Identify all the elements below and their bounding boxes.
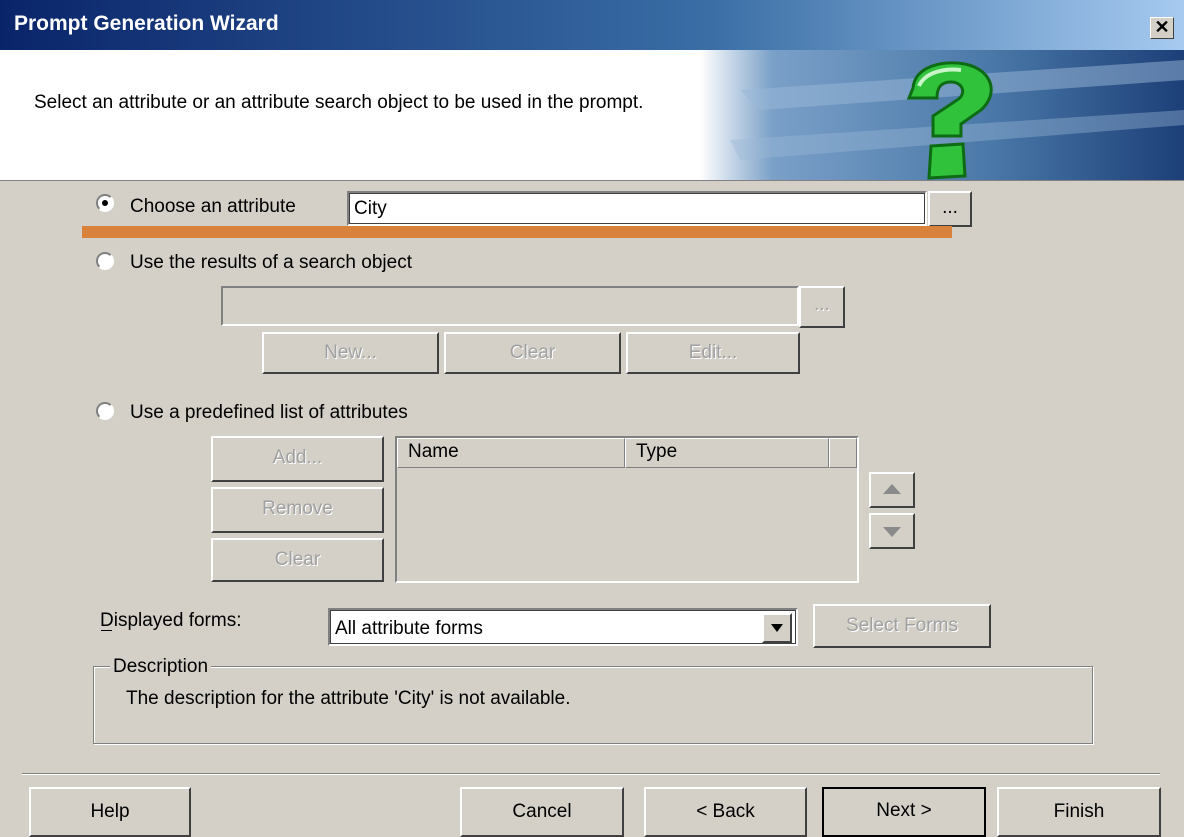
move-up-button[interactable] bbox=[869, 472, 915, 508]
highlight-bar bbox=[82, 226, 952, 238]
column-header-name[interactable]: Name bbox=[397, 438, 625, 468]
header-message: Select an attribute or an attribute sear… bbox=[34, 92, 644, 113]
browse-ellipsis: ... bbox=[942, 197, 958, 218]
window-title: Prompt Generation Wizard bbox=[14, 12, 279, 35]
dropdown-arrow-icon bbox=[771, 624, 783, 632]
attribute-input-value: City bbox=[354, 198, 387, 219]
radio-search-object[interactable] bbox=[96, 252, 114, 270]
cancel-button[interactable]: Cancel bbox=[460, 787, 624, 837]
radio-choose-attribute[interactable] bbox=[96, 194, 114, 212]
clear-search-button[interactable]: Clear bbox=[444, 332, 621, 374]
choose-attribute-label: Choose an attribute bbox=[130, 196, 296, 217]
search-object-input[interactable] bbox=[221, 286, 799, 326]
arrow-up-icon bbox=[883, 484, 901, 494]
header-banner bbox=[700, 50, 1184, 180]
new-search-button[interactable]: New... bbox=[262, 332, 439, 374]
displayed-forms-value: All attribute forms bbox=[335, 618, 483, 639]
column-header-type[interactable]: Type bbox=[625, 438, 829, 468]
title-bar: Prompt Generation Wizard bbox=[0, 0, 1184, 50]
attribute-input[interactable]: City bbox=[347, 191, 927, 226]
close-button[interactable]: ✕ bbox=[1150, 17, 1174, 39]
dropdown-button[interactable] bbox=[762, 613, 792, 643]
move-down-button[interactable] bbox=[869, 513, 915, 549]
clear-list-button[interactable]: Clear bbox=[211, 538, 384, 582]
remove-button[interactable]: Remove bbox=[211, 487, 384, 533]
attribute-browse-button[interactable]: ... bbox=[928, 191, 972, 227]
header-separator bbox=[0, 180, 1184, 181]
back-button[interactable]: < Back bbox=[644, 787, 807, 837]
close-icon: ✕ bbox=[1154, 17, 1170, 37]
select-forms-button[interactable]: Select Forms bbox=[813, 604, 991, 648]
radio-selected-icon bbox=[102, 200, 108, 206]
radio-predefined-list[interactable] bbox=[96, 402, 114, 420]
description-text: The description for the attribute 'City'… bbox=[126, 688, 571, 709]
next-button[interactable]: Next > bbox=[822, 787, 986, 837]
question-mark-icon bbox=[906, 61, 993, 180]
search-browse-button[interactable]: ... bbox=[799, 286, 845, 328]
arrow-down-icon bbox=[883, 527, 901, 537]
search-object-label: Use the results of a search object bbox=[130, 252, 412, 273]
displayed-forms-select[interactable]: All attribute forms bbox=[328, 608, 798, 646]
predefined-list-label: Use a predefined list of attributes bbox=[130, 402, 408, 423]
finish-button[interactable]: Finish bbox=[997, 787, 1161, 837]
description-legend: Description bbox=[110, 656, 212, 678]
displayed-forms-label: Displayed forms: bbox=[100, 610, 242, 631]
attribute-list[interactable]: Name Type bbox=[395, 436, 859, 583]
edit-search-button[interactable]: Edit... bbox=[626, 332, 800, 374]
help-button[interactable]: Help bbox=[29, 787, 191, 837]
column-header-blank bbox=[829, 438, 857, 468]
footer-separator bbox=[22, 773, 1160, 775]
add-button[interactable]: Add... bbox=[211, 436, 384, 482]
displayed-forms-underline bbox=[101, 630, 112, 631]
